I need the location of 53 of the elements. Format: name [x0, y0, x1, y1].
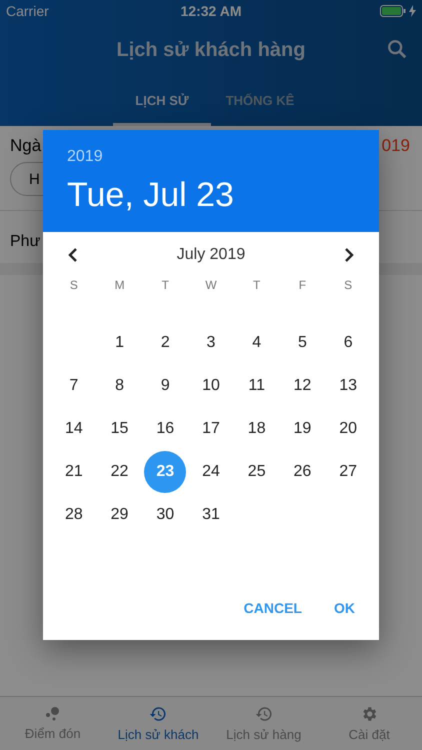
- chevron-right-icon: [343, 248, 355, 262]
- weekday-label: S: [344, 278, 352, 294]
- calendar-day[interactable]: 15: [98, 408, 141, 450]
- calendar-day[interactable]: 30: [144, 494, 186, 536]
- calendar-day[interactable]: 11: [236, 364, 278, 406]
- calendar-day[interactable]: 29: [98, 494, 141, 536]
- calendar-day[interactable]: 26: [281, 450, 324, 492]
- status-time: 12:32 AM: [180, 3, 242, 19]
- calendar-day[interactable]: 12: [281, 364, 324, 406]
- calendar-day[interactable]: 21: [52, 450, 95, 492]
- calendar-day[interactable]: 25: [236, 450, 278, 492]
- date-value: 019: [382, 136, 410, 156]
- weekday-label: M: [114, 278, 125, 294]
- calendar-day[interactable]: 27: [327, 450, 370, 492]
- calendar-day[interactable]: 13: [327, 364, 370, 406]
- calendar-day[interactable]: 18: [236, 408, 278, 450]
- charging-icon: [409, 5, 416, 17]
- calendar-day[interactable]: 16: [144, 408, 186, 450]
- calendar-day[interactable]: 8: [98, 364, 141, 406]
- calendar-day[interactable]: 24: [190, 450, 232, 492]
- calendar-day[interactable]: 5: [281, 322, 324, 364]
- calendar-day[interactable]: 14: [52, 408, 95, 450]
- date-label: Ngà: [10, 136, 42, 156]
- calendar-day[interactable]: 22: [98, 450, 141, 492]
- calendar-day[interactable]: 4: [236, 322, 278, 364]
- weekday-label: T: [253, 278, 260, 294]
- calendar-day[interactable]: 9: [144, 364, 186, 406]
- calendar-day[interactable]: 7: [52, 364, 95, 406]
- screen-title: Lịch sử khách hàng: [116, 38, 306, 62]
- calendar-day[interactable]: 1: [98, 322, 141, 364]
- search-icon[interactable]: [386, 38, 408, 60]
- calendar-day[interactable]: 20: [327, 408, 370, 450]
- selected-date: Tue, Jul 23: [67, 176, 234, 215]
- calendar-day[interactable]: 2: [144, 322, 186, 364]
- history-icon: [254, 705, 273, 723]
- chevron-left-icon: [67, 248, 79, 262]
- method-label: Phư: [9, 232, 42, 252]
- weekday-label: F: [298, 278, 306, 294]
- calendar-day[interactable]: 6: [327, 322, 370, 364]
- battery-icon: [380, 5, 406, 17]
- calendar-day[interactable]: 3: [190, 322, 232, 364]
- calendar-day[interactable]: 19: [281, 408, 324, 450]
- weekday-label: S: [70, 278, 78, 294]
- carrier-label: Carrier: [6, 3, 50, 19]
- calendar-day[interactable]: 10: [190, 364, 232, 406]
- calendar-day[interactable]: 17: [190, 408, 232, 450]
- history-icon: [149, 705, 168, 723]
- weekday-label: W: [205, 278, 217, 294]
- calendar-day[interactable]: 28: [52, 494, 95, 536]
- calendar-day[interactable]: 31: [190, 494, 232, 536]
- month-title: July 2019: [176, 246, 246, 264]
- weekday-label: T: [162, 278, 169, 294]
- dots-icon: [44, 706, 61, 722]
